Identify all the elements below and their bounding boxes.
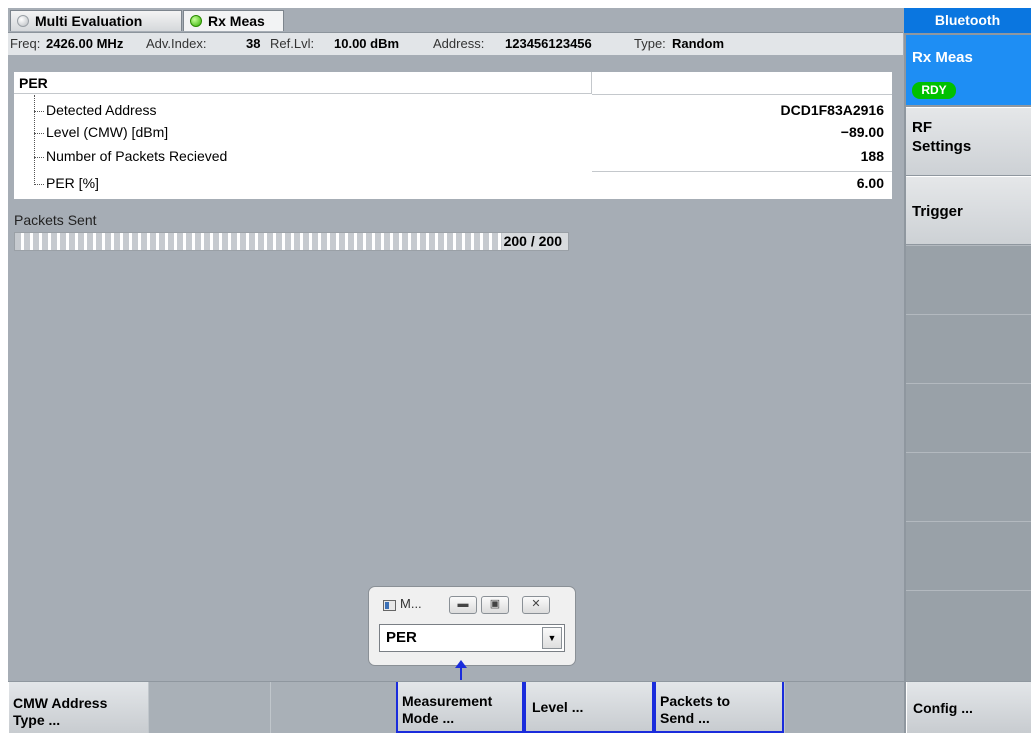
type-value: Random xyxy=(672,36,724,51)
rf-settings-softkey[interactable]: RF Settings xyxy=(906,107,1031,175)
per-row-level: Level (CMW) [dBm] −89.00 xyxy=(14,120,892,144)
row-value: −89.00 xyxy=(840,124,884,140)
empty-softkey xyxy=(906,590,1031,681)
level-softkey[interactable]: Level ... xyxy=(524,682,654,733)
status-idle-icon xyxy=(17,15,29,27)
empty-softkey xyxy=(906,521,1031,590)
empty-softkey xyxy=(270,682,396,733)
softkey-label: Level ... xyxy=(532,698,584,715)
close-button[interactable]: ✕ xyxy=(522,596,550,614)
softkey-label: CMW Address Type ... xyxy=(13,695,108,728)
per-table-header: PER xyxy=(14,72,592,94)
measurement-info-line: Freq: 2426.00 MHz Adv.Index: 38 Ref.Lvl:… xyxy=(8,33,903,55)
advindex-label: Adv.Index: xyxy=(146,36,207,51)
instrument-screen: Multi Evaluation Rx Meas Freq: 2426.00 M… xyxy=(8,8,1031,733)
measurement-mode-popup: M... ▬ ▣ ✕ PER ▼ xyxy=(368,586,576,666)
rf-settings-label: RF Settings xyxy=(912,119,972,155)
tree-branch xyxy=(34,144,44,158)
row-label: Detected Address xyxy=(46,102,157,118)
tab-bar: Multi Evaluation Rx Meas xyxy=(8,8,903,33)
rx-meas-softkey[interactable]: Rx Meas RDY xyxy=(906,35,1031,105)
tree-branch xyxy=(34,171,44,185)
rx-meas-label: Rx Meas xyxy=(912,49,973,66)
row-label: PER [%] xyxy=(46,175,99,191)
status-running-icon xyxy=(190,15,202,27)
window-icon xyxy=(383,600,396,611)
pointer-line xyxy=(460,668,462,680)
type-label: Type: xyxy=(634,36,666,51)
softkey-label: Config ... xyxy=(913,699,973,716)
row-value: 6.00 xyxy=(856,175,884,191)
freq-label: Freq: xyxy=(10,36,41,51)
per-row-detected-address: Detected Address DCD1F83A2916 xyxy=(14,98,892,122)
bottom-softkey-bar: CMW Address Type ... Measurement Mode ..… xyxy=(8,681,1031,733)
packets-to-send-softkey[interactable]: Packets to Send ... xyxy=(654,682,784,733)
per-table-header-value-column xyxy=(592,72,892,95)
dropdown-arrow-icon[interactable]: ▼ xyxy=(542,627,562,649)
row-label: Level (CMW) [dBm] xyxy=(46,124,169,140)
measurement-mode-softkey[interactable]: Measurement Mode ... xyxy=(396,682,524,733)
address-label: Address: xyxy=(433,36,485,51)
empty-softkey xyxy=(784,682,904,733)
tab-multi-evaluation[interactable]: Multi Evaluation xyxy=(10,10,182,31)
packets-sent-progress-bar: 200 / 200 xyxy=(14,232,569,251)
row-value: DCD1F83A2916 xyxy=(780,102,885,118)
reflvl-label: Ref.Lvl: xyxy=(270,36,315,51)
restore-button[interactable]: ▣ xyxy=(481,596,509,614)
row-value: 188 xyxy=(860,148,884,164)
progress-fill xyxy=(15,233,502,250)
tree-branch xyxy=(34,98,44,112)
selected-value: PER xyxy=(386,629,417,646)
reflvl-value: 10.00 dBm xyxy=(334,36,400,51)
per-row-packets-received: Number of Packets Recieved 188 xyxy=(14,144,892,168)
empty-softkey xyxy=(148,682,270,733)
softkey-label: Measurement Mode ... xyxy=(402,693,493,726)
panel-title: Bluetooth xyxy=(904,8,1031,33)
popup-title: M... xyxy=(400,596,422,611)
tab-label: Rx Meas xyxy=(208,13,265,29)
cmw-address-type-softkey[interactable]: CMW Address Type ... xyxy=(8,682,148,733)
trigger-label: Trigger xyxy=(912,203,963,220)
minimize-button[interactable]: ▬ xyxy=(449,596,477,614)
trigger-softkey[interactable]: Trigger xyxy=(906,176,1031,244)
config-softkey[interactable]: Config ... xyxy=(906,682,1031,733)
per-row-per-percent: PER [%] 6.00 xyxy=(14,171,892,195)
empty-softkey xyxy=(906,314,1031,383)
freq-value: 2426.00 MHz xyxy=(46,36,124,51)
softkey-label: Packets to Send ... xyxy=(660,693,731,726)
tab-rx-meas[interactable]: Rx Meas xyxy=(183,10,284,31)
row-label: Number of Packets Recieved xyxy=(46,148,228,164)
empty-softkey xyxy=(906,452,1031,521)
packets-sent-label: Packets Sent xyxy=(14,212,97,228)
pointer-arrow-icon xyxy=(455,660,467,668)
per-results-table: PER Detected Address DCD1F83A2916 Level … xyxy=(14,72,892,199)
advindex-value: 38 xyxy=(246,36,261,51)
empty-softkey xyxy=(906,383,1031,452)
tree-branch xyxy=(34,120,44,134)
measurement-mode-select[interactable]: PER ▼ xyxy=(379,624,565,652)
address-value: 123456123456 xyxy=(505,36,592,51)
side-softkey-panel: Bluetooth Rx Meas RDY RF Settings Trigge… xyxy=(904,8,1031,733)
packets-sent-count: 200 / 200 xyxy=(503,233,562,249)
tab-label: Multi Evaluation xyxy=(35,13,143,29)
empty-softkey xyxy=(906,245,1031,314)
status-badge: RDY xyxy=(912,82,956,99)
